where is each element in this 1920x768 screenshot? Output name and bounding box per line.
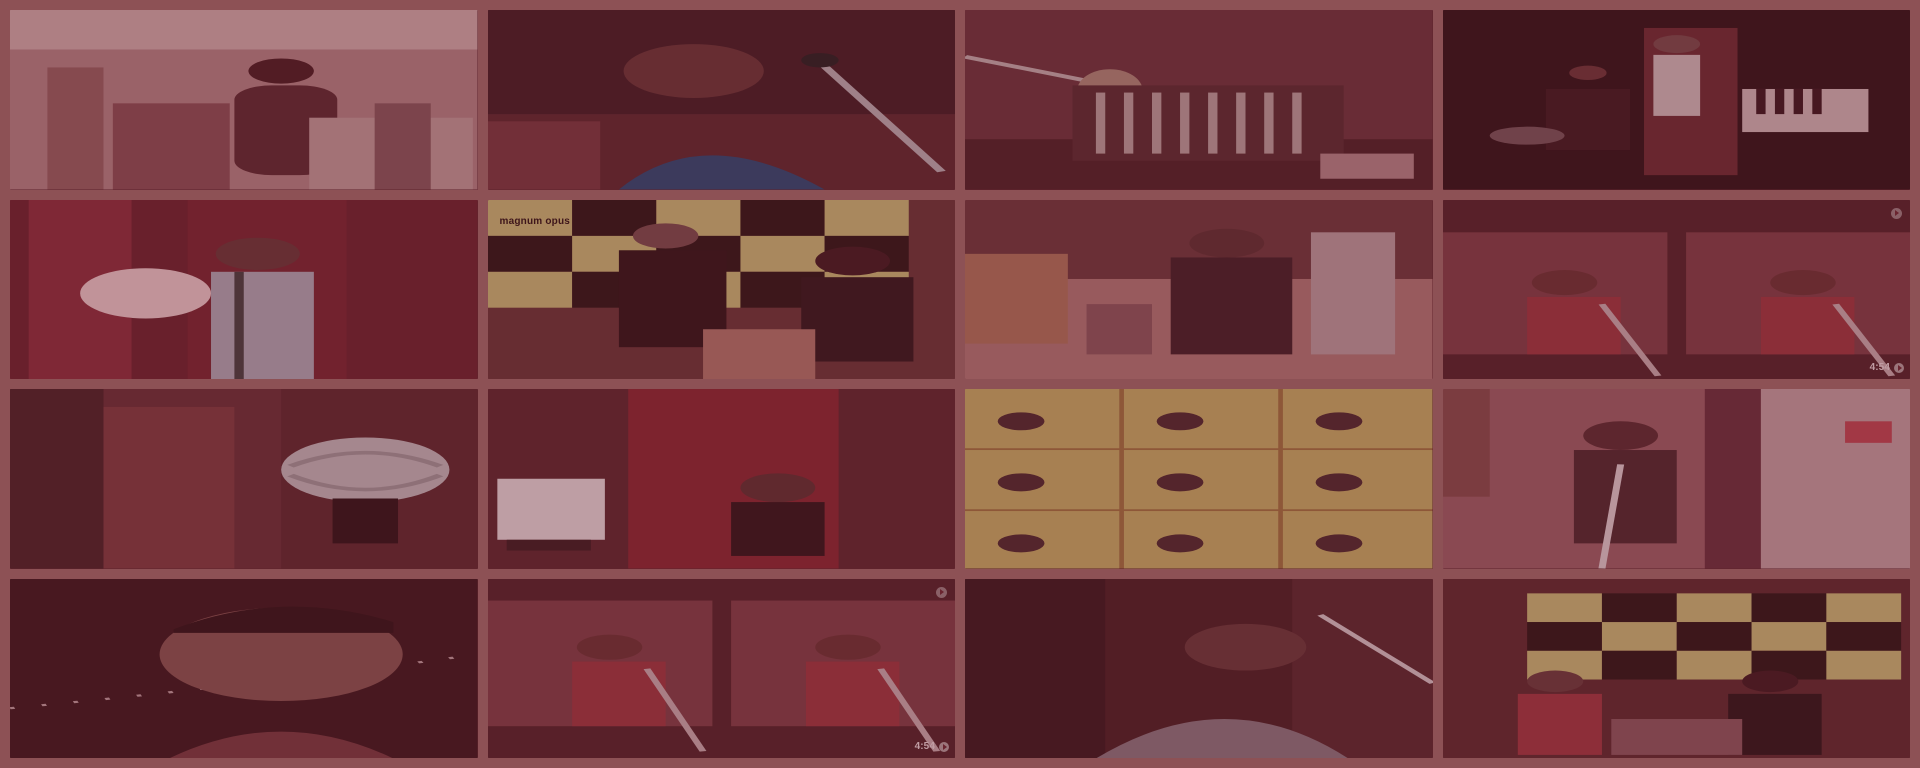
photo-tile-studio-monitor — [487, 389, 955, 569]
live-band-image — [1442, 10, 1910, 190]
video-frames-bottom-image — [487, 578, 955, 758]
photo-tile-video-frames-top: 4:54 — [1442, 199, 1910, 379]
play-icon — [939, 741, 949, 752]
play-icon — [1894, 362, 1904, 373]
singer-mic-blue-shirt-image — [487, 10, 955, 190]
photo-tile-singer-outdoor-cafe — [965, 199, 1433, 379]
singer-white-room-image — [10, 10, 478, 190]
singer-outdoor-cafe-image — [965, 199, 1433, 379]
singer-window-image — [1442, 389, 1910, 569]
photo-tile-duo-performance — [1442, 578, 1910, 758]
video-duration-badge: 4:54 — [915, 741, 949, 752]
photo-grid: magnum opus 4:54 4:54 — [10, 10, 1910, 758]
photo-tile-singer-window — [1442, 389, 1910, 569]
singer-closeup-smile-image — [10, 578, 478, 758]
photo-tile-live-band — [1442, 10, 1910, 190]
singer-red-curtain-image — [10, 199, 478, 379]
photo-tile-magnum-opus-backdrop: magnum opus — [487, 199, 955, 379]
duo-performance-image — [1442, 578, 1910, 758]
singer-gray-shirt-image — [965, 578, 1433, 758]
photo-tile-video-frames-bottom: 4:54 — [487, 578, 955, 758]
studio-monitor-image — [487, 389, 955, 569]
photo-tile-mixer-console — [965, 10, 1433, 190]
photo-tile-singer-white-room — [10, 10, 478, 190]
photo-tile-singer-gray-shirt — [965, 578, 1433, 758]
mic-closeup-image — [10, 389, 478, 569]
play-icon — [936, 586, 947, 598]
video-frames-top-image — [1442, 199, 1910, 379]
play-icon — [1891, 207, 1902, 219]
brand-mark: magnum opus — [499, 215, 571, 227]
photo-tile-video-contact-sheet — [965, 389, 1433, 569]
mixer-console-image — [965, 10, 1433, 190]
photo-tile-singer-mic-blue-shirt — [487, 10, 955, 190]
photo-collage-background: magnum opus 4:54 4:54 — [0, 0, 1920, 768]
photo-tile-singer-red-curtain — [10, 199, 478, 379]
photo-tile-singer-closeup-smile — [10, 578, 478, 758]
duration-text: 4:54 — [914, 741, 935, 752]
duration-text: 4:54 — [1869, 362, 1890, 373]
video-duration-badge: 4:54 — [1870, 362, 1904, 373]
photo-tile-mic-closeup — [10, 389, 478, 569]
video-contact-sheet-image — [965, 389, 1433, 569]
